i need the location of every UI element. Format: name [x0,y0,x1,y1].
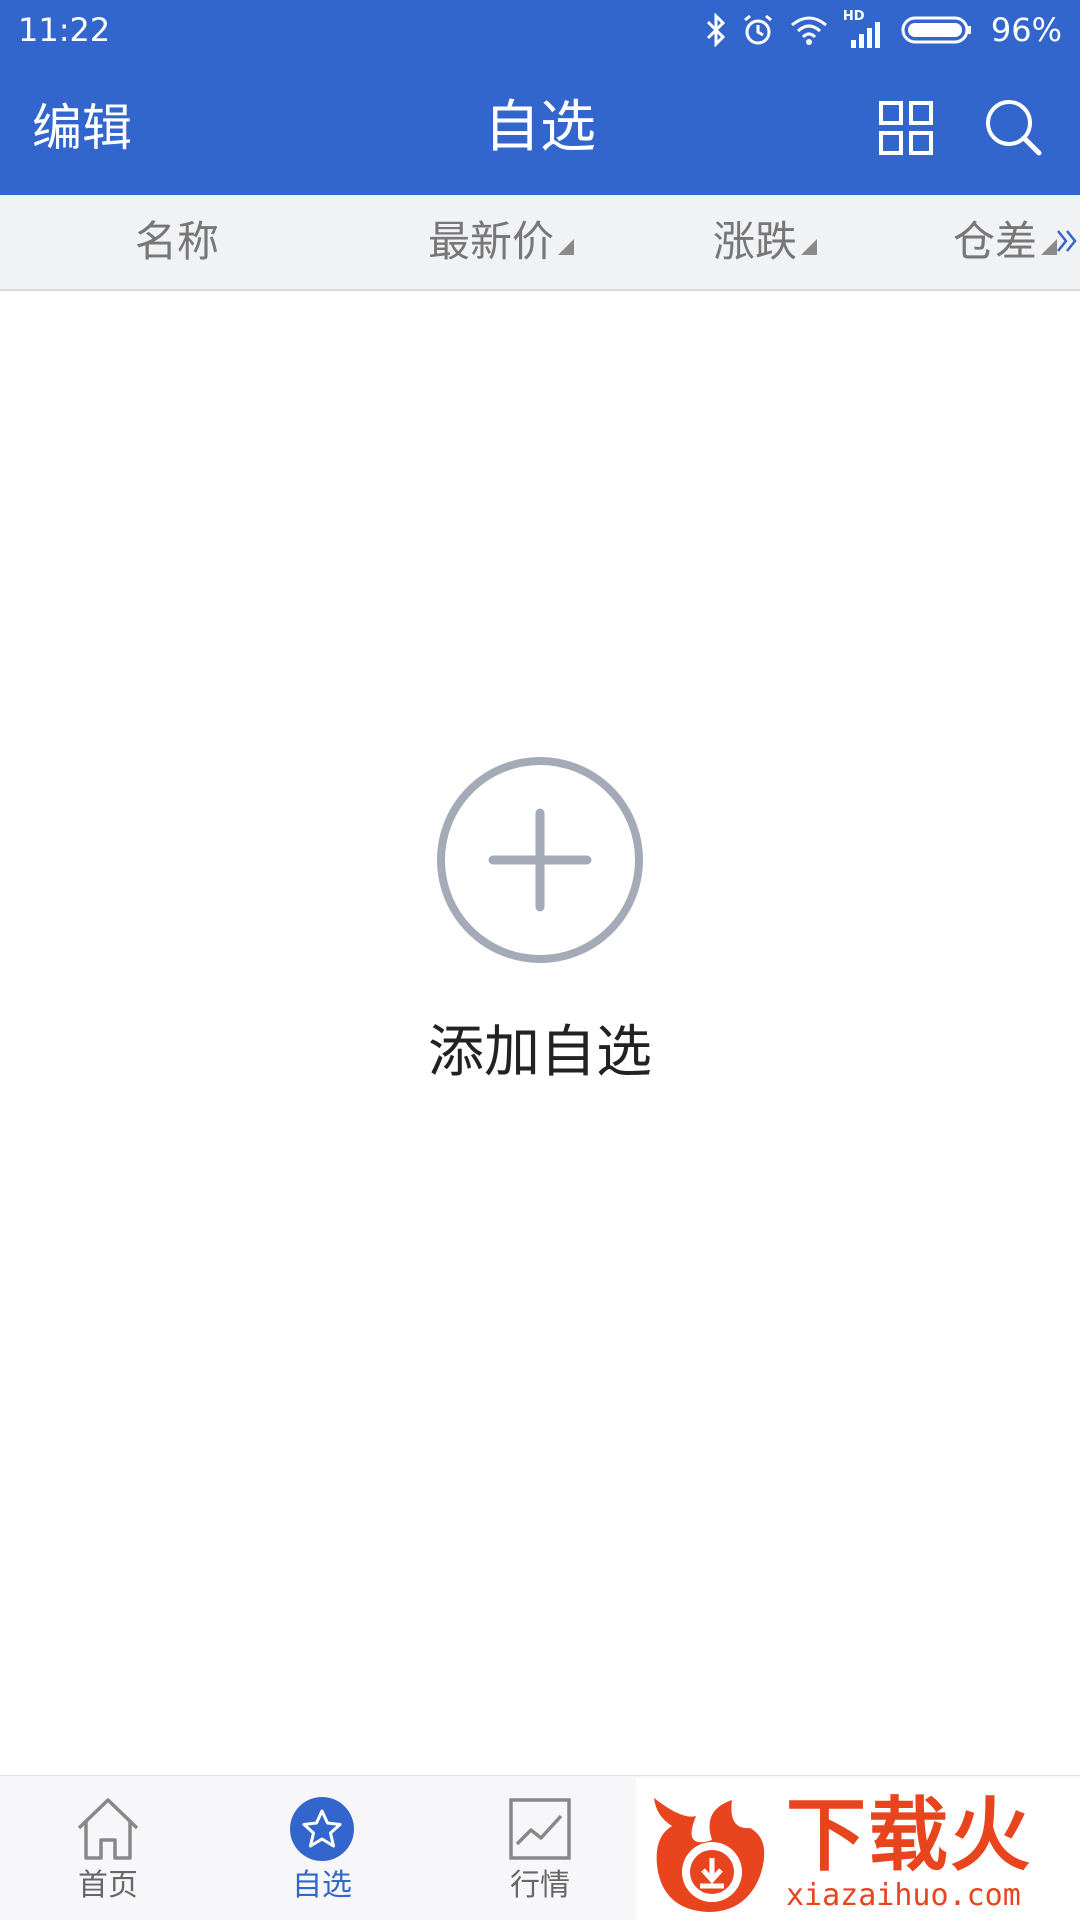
column-open-interest-change[interactable]: 仓差 [953,217,1058,267]
signal-icon: HD [843,10,887,50]
tab-market-label: 行情 [510,1868,570,1903]
column-change-label: 涨跌 [713,217,798,266]
top-nav-bar: 编辑 自选 [0,60,1080,195]
add-watchlist-button[interactable]: 添加自选 [0,1020,1080,1086]
search-icon[interactable] [983,97,1043,157]
battery-percent: 96% [990,11,1062,49]
tab-home-label: 首页 [78,1868,138,1903]
watermark-url: xiazaihuo.com [786,1878,1021,1913]
status-time: 11:22 [18,11,111,49]
star-icon [290,1797,354,1861]
grid-icon[interactable] [878,100,934,156]
wifi-icon [790,16,827,45]
flame-logo-icon [654,1798,765,1912]
home-icon [77,1798,139,1860]
column-name[interactable]: 名称 [135,217,219,267]
column-open-interest-change-label: 仓差 [953,217,1038,266]
column-header-bar: 名称 最新价 涨跌 仓差 [0,195,1080,291]
column-name-label: 名称 [135,217,220,266]
tab-watchlist-label: 自选 [292,1868,352,1903]
status-bar: 11:22 HD 96% [0,0,1080,60]
double-chevron-right-icon[interactable] [1055,223,1080,259]
watermark-text: 下载火 [786,1789,1032,1882]
edit-button[interactable]: 编辑 [32,98,132,158]
watermark: 下载火 xiazaihuo.com [636,1778,1080,1920]
plus-circle-icon[interactable] [435,755,645,965]
battery-icon [901,16,971,44]
column-latest-price[interactable]: 最新价 [428,217,575,267]
column-latest-price-label: 最新价 [428,217,555,266]
tab-watchlist[interactable]: 自选 [222,1776,422,1920]
tab-home[interactable]: 首页 [8,1776,208,1920]
column-change[interactable]: 涨跌 [713,217,818,267]
sort-icon [801,239,818,255]
sort-icon [558,239,575,255]
alarm-icon [743,14,772,45]
tab-market[interactable]: 行情 [440,1776,640,1920]
line-chart-icon [509,1798,571,1860]
status-icons: HD 96% [705,8,1062,52]
bluetooth-icon [706,13,725,47]
